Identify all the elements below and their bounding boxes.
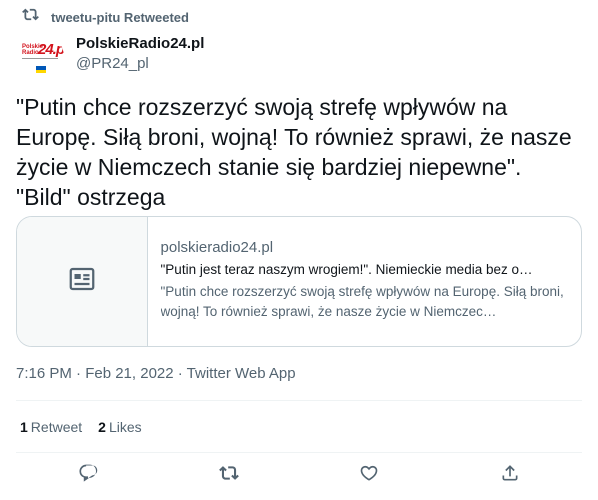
heart-icon [359, 463, 379, 488]
likes-stat[interactable]: 2 Likes [98, 418, 141, 436]
tweet-stats: 1 Retweet 2 Likes [20, 418, 142, 436]
retweet-icon [22, 6, 39, 28]
card-title: "Putin jest teraz naszym wrogiem!". Niem… [160, 262, 533, 277]
likes-label: Likes [108, 419, 142, 435]
reply-icon [78, 463, 98, 488]
tweet-author: Polskie Radio 24.pl PolskieRadio24.pl @P… [16, 33, 204, 81]
retweets-label: Retweet [30, 419, 83, 435]
ukraine-flag-icon [36, 66, 46, 73]
tweet-timestamp[interactable]: 7:16 PM · Feb 21, 2022 · Twitter Web App [16, 364, 296, 384]
share-button[interactable] [499, 464, 521, 486]
reply-button[interactable] [77, 464, 99, 486]
retweet-icon [219, 463, 239, 488]
likes-count: 2 [98, 419, 106, 435]
tweet-actions [0, 464, 598, 490]
author-display-name[interactable]: PolskieRadio24.pl [76, 35, 204, 53]
avatar[interactable]: Polskie Radio 24.pl [16, 33, 64, 81]
avatar-logo-divider [22, 58, 58, 59]
avatar-logo-big: 24.pl [38, 41, 64, 58]
retweets-count: 1 [20, 419, 28, 435]
card-domain: polskieradio24.pl [160, 239, 274, 256]
article-icon [67, 264, 97, 299]
retweets-stat[interactable]: 1 Retweet [20, 418, 82, 436]
card-media [17, 217, 148, 346]
like-button[interactable] [358, 464, 380, 486]
divider [16, 452, 582, 453]
link-card[interactable]: polskieradio24.pl "Putin jest teraz nasz… [16, 216, 582, 347]
card-description: "Putin chce rozszerzyć swoją strefę wpły… [160, 284, 564, 319]
author-handle[interactable]: @PR24_pl [76, 55, 204, 73]
retweet-button[interactable] [218, 464, 240, 486]
retweeted-by-link[interactable]: tweetu-pitu Retweeted [51, 10, 189, 25]
tweet-text: "Putin chce rozszerzyć swoją strefę wpły… [16, 94, 572, 210]
retweet-header: tweetu-pitu Retweeted [22, 8, 189, 26]
divider [16, 400, 582, 401]
share-icon [500, 463, 520, 488]
